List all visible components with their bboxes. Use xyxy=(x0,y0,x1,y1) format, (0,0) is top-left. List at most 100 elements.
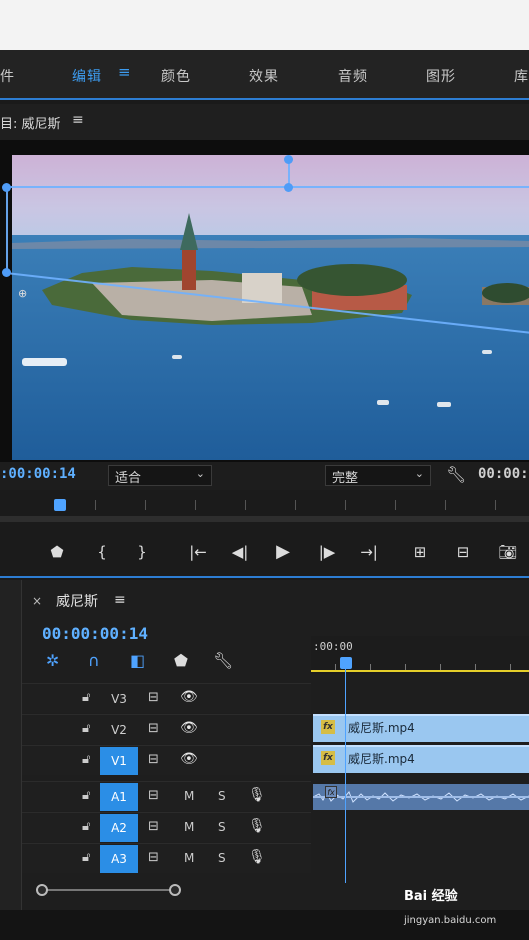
workspace-tab-audio[interactable]: 音频 xyxy=(338,66,368,86)
workspace-tab-library[interactable]: 库 xyxy=(514,66,529,86)
mute-button[interactable]: M xyxy=(184,820,194,834)
workspace-bar: 件 编辑 ≡ 颜色 效果 音频 图形 库 xyxy=(0,50,529,100)
duration-timecode: 00:00: xyxy=(478,466,529,482)
insert-icon[interactable]: ⊞ xyxy=(408,543,432,561)
mic-icon[interactable]: 🎙︎ xyxy=(248,849,266,865)
track-v3[interactable]: 🔓︎ V3 ⊟ 👁︎ xyxy=(22,683,311,713)
left-middle-handle[interactable] xyxy=(2,268,11,277)
playhead-timecode[interactable]: :00:00:14 xyxy=(0,466,76,482)
overwrite-icon[interactable]: ⊟ xyxy=(451,543,475,561)
eye-icon[interactable]: 👁︎ xyxy=(180,720,198,736)
sequence-tab[interactable]: 威尼斯 xyxy=(56,591,98,611)
close-sequence-icon[interactable]: × xyxy=(32,594,42,608)
baidu-watermark-url: jingyan.baidu.com xyxy=(404,915,497,926)
timeline-settings-icon[interactable]: 🔧︎ xyxy=(213,651,233,670)
track-a2[interactable]: 🔓︎ A2 ⊟ M S 🎙︎ xyxy=(22,812,311,842)
settings-wrench-icon[interactable]: 🔧︎ xyxy=(446,465,466,484)
lock-icon[interactable]: 🔓︎ xyxy=(82,850,90,865)
track-label[interactable]: V3 xyxy=(100,685,138,713)
track-headers: 🔓︎ V3 ⊟ 👁︎ 🔓︎ V2 ⊟ 👁︎ 🔓︎ V1 ⊟ 👁︎ 🔓︎ A1 ⊟… xyxy=(22,683,311,875)
zoom-scroll-area xyxy=(22,876,311,906)
zoom-scroll-bar[interactable] xyxy=(40,889,178,891)
sequence-timecode[interactable]: 00:00:00:14 xyxy=(42,624,148,643)
clip-name: 威尼斯.mp4 xyxy=(348,752,415,766)
solo-button[interactable]: S xyxy=(218,789,226,803)
marker-icon[interactable]: ⬟ xyxy=(45,543,69,561)
track-v1[interactable]: 🔓︎ V1 ⊟ 👁︎ xyxy=(22,745,311,775)
program-monitor-header: 目: 威尼斯 ≡ xyxy=(0,104,529,140)
video-frame[interactable] xyxy=(12,155,529,460)
transform-box-left[interactable] xyxy=(6,186,8,274)
sync-lock-icon[interactable]: ⊟ xyxy=(148,850,159,865)
mark-in-icon[interactable]: { xyxy=(90,543,114,561)
rotation-handle[interactable] xyxy=(284,155,293,164)
lock-icon[interactable]: 🔓︎ xyxy=(82,788,90,803)
go-to-out-icon[interactable]: →| xyxy=(357,543,381,561)
lock-icon[interactable]: 🔓︎ xyxy=(82,690,90,705)
sync-lock-icon[interactable]: ⊟ xyxy=(148,788,159,803)
go-to-in-icon[interactable]: |← xyxy=(186,543,210,561)
track-label[interactable]: A2 xyxy=(100,814,138,842)
playhead-handle[interactable] xyxy=(54,499,66,511)
transform-box-top[interactable] xyxy=(6,186,529,188)
step-back-icon[interactable]: ◀| xyxy=(228,543,252,561)
track-a1[interactable]: 🔓︎ A1 ⊟ M S 🎙︎ xyxy=(22,781,311,811)
top-center-handle[interactable] xyxy=(284,183,293,192)
workspace-tab-graphics[interactable]: 图形 xyxy=(426,66,456,86)
linked-selection-icon[interactable]: ◧ xyxy=(130,651,145,670)
zoom-left-handle[interactable] xyxy=(36,884,48,896)
work-area-bar[interactable] xyxy=(311,670,529,672)
solo-button[interactable]: S xyxy=(218,820,226,834)
sync-lock-icon[interactable]: ⊟ xyxy=(148,721,159,736)
anchor-point-icon[interactable]: ⊕ xyxy=(18,287,27,300)
workspace-tab-edit[interactable]: 编辑 xyxy=(72,66,102,86)
lock-icon[interactable]: 🔓︎ xyxy=(82,721,90,736)
top-left-handle[interactable] xyxy=(2,183,11,192)
add-marker-icon[interactable]: ⬟ xyxy=(174,651,188,670)
top-margin xyxy=(0,0,529,50)
solo-button[interactable]: S xyxy=(218,851,226,865)
video-image xyxy=(12,155,529,460)
scrub-track[interactable] xyxy=(0,516,529,522)
track-label[interactable]: V1 xyxy=(100,747,138,775)
workspace-tab-effects[interactable]: 效果 xyxy=(249,66,279,86)
workspace-tab-files[interactable]: 件 xyxy=(0,66,15,86)
program-menu-icon[interactable]: ≡ xyxy=(72,112,84,128)
sync-lock-icon[interactable]: ⊟ xyxy=(148,819,159,834)
timeline-playhead-handle[interactable] xyxy=(340,657,352,669)
resolution-dropdown[interactable]: 完整 ⌄ xyxy=(325,465,431,486)
workspace-tab-color[interactable]: 颜色 xyxy=(161,66,191,86)
track-label[interactable]: V2 xyxy=(100,716,138,744)
sync-lock-icon[interactable]: ⊟ xyxy=(148,690,159,705)
mic-icon[interactable]: 🎙︎ xyxy=(248,787,266,803)
camera-icon[interactable]: 📷︎ xyxy=(496,543,520,561)
sync-lock-icon[interactable]: ⊟ xyxy=(148,752,159,767)
zoom-right-handle[interactable] xyxy=(169,884,181,896)
track-label[interactable]: A1 xyxy=(100,783,138,811)
nest-toggle-icon[interactable]: ✲ xyxy=(46,651,59,670)
mute-button[interactable]: M xyxy=(184,789,194,803)
play-icon[interactable]: ▶ xyxy=(271,541,295,562)
mic-icon[interactable]: 🎙︎ xyxy=(248,818,266,834)
clip-name: 威尼斯.mp4 xyxy=(348,721,415,735)
ruler-timecode: :00:00 xyxy=(313,640,353,653)
lock-icon[interactable]: 🔓︎ xyxy=(82,819,90,834)
fx-badge: fx xyxy=(321,720,335,734)
fit-dropdown[interactable]: 适合 ⌄ xyxy=(108,465,212,486)
scrub-bar[interactable] xyxy=(0,490,529,530)
fx-badge: fx xyxy=(325,786,337,798)
mute-button[interactable]: M xyxy=(184,851,194,865)
snap-magnet-icon[interactable]: ∩ xyxy=(88,651,100,670)
mark-out-icon[interactable]: } xyxy=(130,543,154,561)
track-v2[interactable]: 🔓︎ V2 ⊟ 👁︎ xyxy=(22,714,311,744)
track-a3[interactable]: 🔓︎ A3 ⊟ M S 🎙︎ xyxy=(22,843,311,873)
eye-icon[interactable]: 👁︎ xyxy=(180,689,198,705)
workspace-menu-icon[interactable]: ≡ xyxy=(118,63,131,81)
step-forward-icon[interactable]: |▶ xyxy=(315,543,339,561)
sequence-menu-icon[interactable]: ≡ xyxy=(114,592,126,608)
eye-icon[interactable]: 👁︎ xyxy=(180,751,198,767)
program-title[interactable]: 目: 威尼斯 xyxy=(0,113,61,132)
lock-icon[interactable]: 🔓︎ xyxy=(82,752,90,767)
chevron-down-icon: ⌄ xyxy=(414,467,424,480)
track-label[interactable]: A3 xyxy=(100,845,138,873)
